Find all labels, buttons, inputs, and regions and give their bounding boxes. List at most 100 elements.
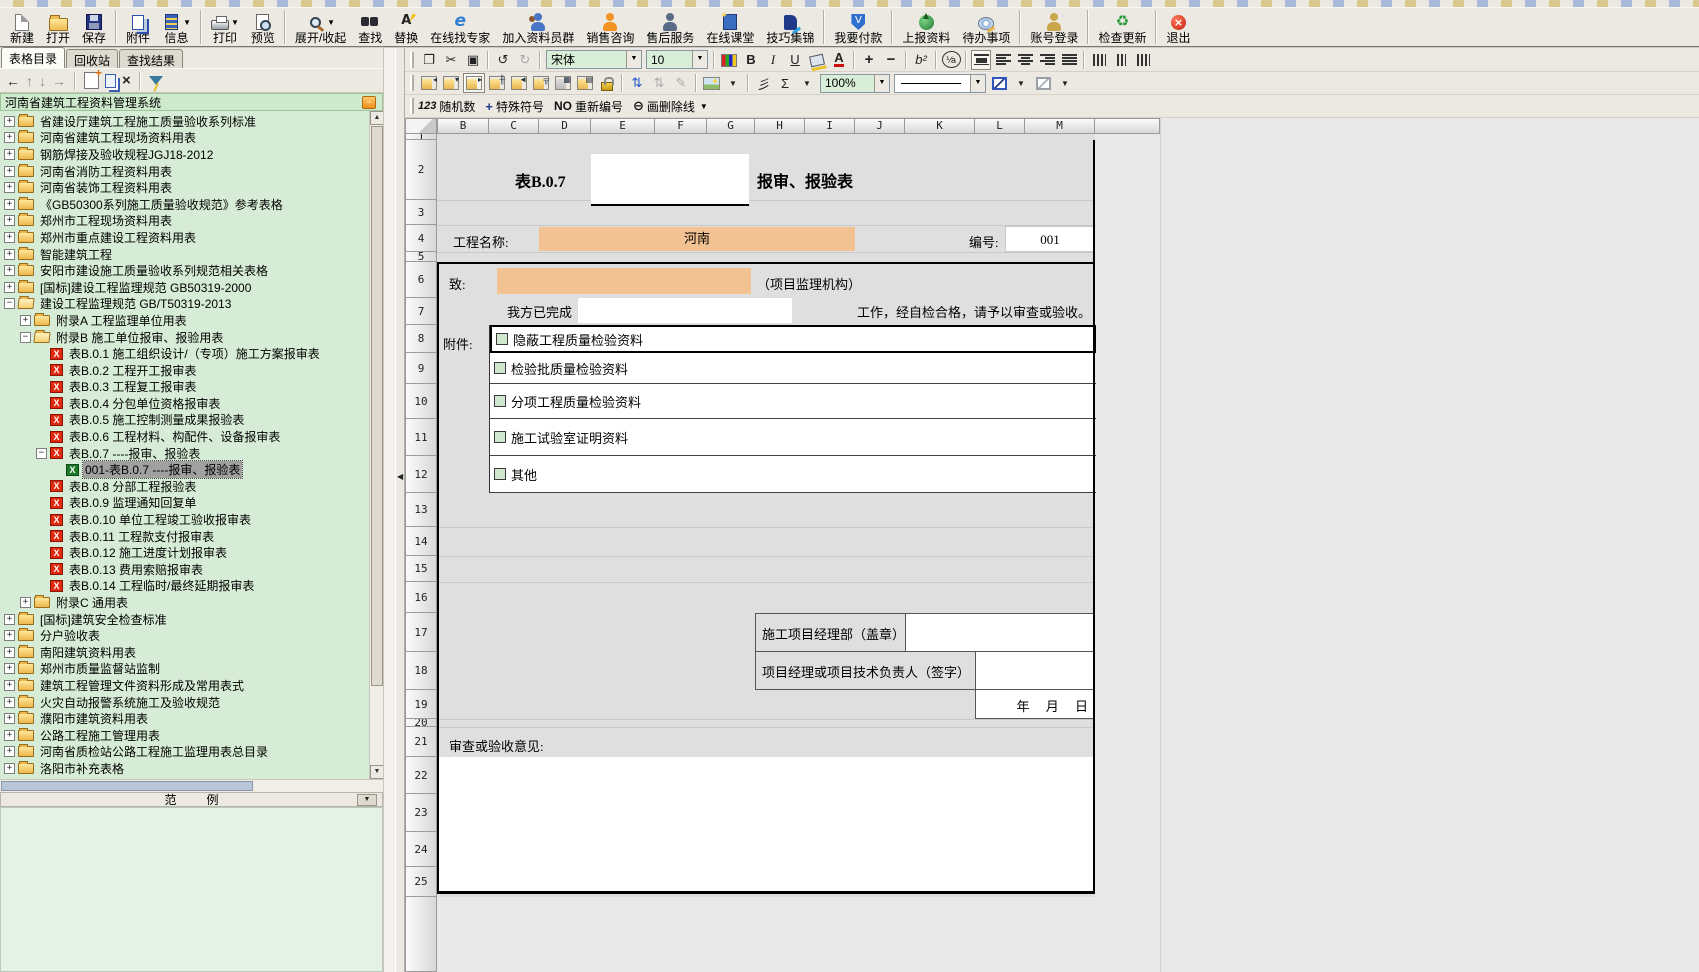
merge-center-icon[interactable] [971, 50, 991, 70]
toolbar-button-10[interactable]: e在线找专家 [424, 8, 496, 46]
line-style-select[interactable]: ▼ [894, 74, 986, 93]
align-left-icon[interactable] [993, 50, 1013, 70]
diagonal-clear-icon[interactable] [1033, 73, 1053, 93]
color-palette-icon[interactable] [719, 50, 739, 70]
row-header-21[interactable]: 21 [405, 727, 437, 757]
copy-icon[interactable]: ❐ [419, 50, 439, 70]
row-header-23[interactable]: 23 [405, 794, 437, 832]
column-header-G[interactable]: G [707, 118, 755, 134]
bold-button[interactable]: B [741, 50, 761, 70]
row-header-19[interactable]: 19 [405, 690, 437, 719]
back-arrow-icon[interactable]: ← [6, 72, 20, 90]
toolbar-button-1[interactable]: 打开 [40, 8, 76, 46]
insert-image-dropdown-icon[interactable]: ▼ [723, 73, 743, 93]
column-header-B[interactable]: B [437, 118, 489, 134]
plus-expander-icon[interactable]: + [4, 249, 15, 260]
tree-item[interactable]: X表B.0.8 分部工程报验表 [0, 478, 369, 495]
column-header-D[interactable]: D [539, 118, 591, 134]
align-justify-icon[interactable] [1059, 50, 1079, 70]
column-header-M[interactable]: M [1025, 118, 1095, 134]
vertical-align-icon[interactable] [1111, 50, 1131, 70]
tree-item[interactable]: +郑州市重点建设工程资料用表 [0, 229, 369, 246]
row-header-6[interactable]: 6 [405, 262, 437, 298]
lock-icon[interactable] [597, 73, 617, 93]
strike-line-button[interactable]: ⊖ 画删除线 ▼ [633, 98, 708, 115]
scrollbar-thumb[interactable] [1, 781, 253, 791]
tree-item[interactable]: +附录C 通用表 [0, 594, 369, 611]
collapse-left-icon[interactable]: ◀ [397, 472, 403, 481]
tree-item[interactable]: +分户验收表 [0, 627, 369, 644]
minus-expander-icon[interactable]: − [20, 332, 31, 343]
sign-input[interactable] [975, 652, 1095, 690]
toolbar-button-9[interactable]: A替换 [388, 8, 424, 46]
plus-expander-icon[interactable]: + [4, 282, 15, 293]
column-header-F[interactable]: F [655, 118, 707, 134]
select-table-icon[interactable] [441, 73, 461, 93]
plus-expander-icon[interactable]: + [4, 149, 15, 160]
plus-expander-icon[interactable]: + [4, 746, 15, 757]
row-header-3[interactable]: 3 [405, 200, 437, 225]
row-header-7[interactable]: 7 [405, 298, 437, 325]
superscript-button[interactable]: b² [911, 50, 931, 70]
stamp-input[interactable] [905, 613, 1095, 652]
tree-item[interactable]: +建筑工程管理文件资料形成及常用表式 [0, 677, 369, 694]
tree-item[interactable]: +火灾自动报警系统施工及验收规范 [0, 694, 369, 711]
format-painter-icon[interactable]: ✎ [671, 73, 691, 93]
toolbar-button-12[interactable]: 销售咨询 [580, 8, 640, 46]
plus-expander-icon[interactable]: + [4, 697, 15, 708]
random-number-button[interactable]: 123 随机数 [418, 98, 475, 115]
font-size-select[interactable]: 10 ▼ [646, 50, 708, 69]
row-header-15[interactable]: 15 [405, 556, 437, 582]
font-color-icon[interactable]: A [829, 50, 849, 70]
line-spacing-increase-icon[interactable]: ⇅ [627, 73, 647, 93]
toolbar-button-5[interactable]: ▼打印 [205, 8, 245, 46]
undo-icon[interactable]: ↺ [493, 50, 513, 70]
plus-expander-icon[interactable]: + [4, 763, 15, 774]
row-header-8[interactable]: 8 [405, 325, 437, 353]
scroll-down-icon[interactable]: ▼ [370, 765, 384, 779]
tree-item[interactable]: X表B.0.2 工程开工报审表 [0, 362, 369, 379]
toolbar-button-8[interactable]: 查找 [352, 8, 388, 46]
row-header-4[interactable]: 4 [405, 225, 437, 252]
tree-item[interactable]: X表B.0.1 施工组织设计/（专项）施工方案报审表 [0, 345, 369, 362]
plus-expander-icon[interactable]: + [4, 132, 15, 143]
tree-item[interactable]: X表B.0.12 施工进度计划报审表 [0, 544, 369, 561]
tree-item[interactable]: X表B.0.10 单位工程竣工验收报审表 [0, 511, 369, 528]
chevron-down-icon[interactable]: ▼ [626, 51, 641, 68]
plus-expander-icon[interactable]: + [20, 597, 31, 608]
zoom-select[interactable]: 100% ▼ [820, 74, 890, 93]
redo-icon[interactable]: ↻ [515, 50, 535, 70]
plus-expander-icon[interactable]: + [4, 215, 15, 226]
tree-item[interactable]: X表B.0.9 监理通知回复单 [0, 495, 369, 512]
tree-item[interactable]: X表B.0.6 工程材料、构配件、设备报审表 [0, 428, 369, 445]
tree-item[interactable]: X表B.0.14 工程临时/最终延期报审表 [0, 578, 369, 595]
insert-image-icon[interactable] [701, 73, 721, 93]
plus-expander-icon[interactable]: + [4, 630, 15, 641]
fill-color-icon[interactable] [807, 50, 827, 70]
toolbar-button-6[interactable]: 预览 [245, 8, 281, 46]
row-header-9[interactable]: 9 [405, 353, 437, 384]
minus-expander-icon[interactable]: − [4, 298, 15, 309]
tree-item[interactable]: +河南省质检站公路工程施工监理用表总目录 [0, 744, 369, 761]
toolbar-button-16[interactable]: V我要付款 [828, 8, 888, 46]
cut-icon[interactable]: ✂ [441, 50, 461, 70]
tree-item[interactable]: X001-表B.0.7 ----报审、报验表 [0, 461, 369, 478]
scrollbar-thumb[interactable] [371, 126, 383, 686]
toolbar-button-7[interactable]: ▼展开/收起 [289, 8, 352, 46]
split-cell-icon[interactable] [487, 73, 507, 93]
plus-expander-icon[interactable]: + [4, 614, 15, 625]
tree-item[interactable]: +河南省装饰工程资料用表 [0, 179, 369, 196]
tree-item[interactable]: X表B.0.3 工程复工报审表 [0, 379, 369, 396]
attachment-row[interactable]: 分项工程质量检验资料 [490, 384, 1096, 419]
tree-item[interactable]: X表B.0.11 工程款支付报审表 [0, 528, 369, 545]
checkbox-icon[interactable] [494, 468, 506, 480]
row-header-2[interactable]: 2 [405, 140, 437, 200]
row-header-10[interactable]: 10 [405, 384, 437, 419]
column-distribute-icon[interactable] [1133, 50, 1153, 70]
row-header-16[interactable]: 16 [405, 582, 437, 613]
sum-dropdown-icon[interactable]: ▼ [797, 73, 817, 93]
tree-item[interactable]: X表B.0.13 费用索赔报审表 [0, 561, 369, 578]
tree-item[interactable]: +公路工程施工管理用表 [0, 727, 369, 744]
to-org-input[interactable] [497, 268, 751, 294]
sheet-corner-cell[interactable] [405, 118, 437, 134]
